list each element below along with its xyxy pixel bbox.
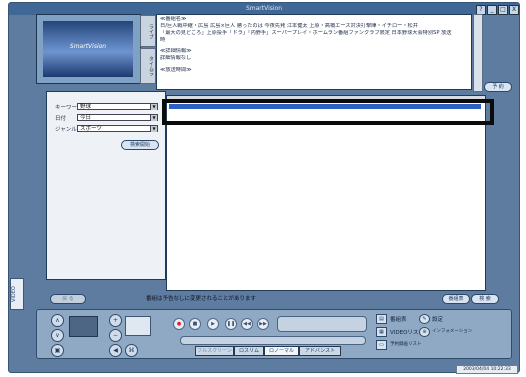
program-guide-button[interactable]: 番組表	[442, 294, 470, 304]
genre-select[interactable]: スポーツ ▼	[77, 125, 158, 132]
chevron-down-icon[interactable]: ▼	[150, 104, 157, 110]
info-section-program-name: ≪番組名≫	[160, 16, 187, 22]
info-scrollbar[interactable]	[473, 14, 483, 92]
menu-settings[interactable]: 設定	[432, 315, 443, 323]
info-section-airtime: ≪放送時間≫	[160, 67, 192, 73]
volume-up-icon[interactable]: +	[109, 314, 122, 327]
keyword-field[interactable]: 野球 ▼	[77, 103, 158, 110]
channel-up-icon[interactable]: ∧	[51, 314, 64, 327]
menu-program-guide[interactable]: 番組表	[390, 315, 407, 323]
close-button[interactable]: X	[509, 5, 519, 15]
window-title: SmartVision	[245, 5, 283, 12]
minimize-button[interactable]: _	[487, 5, 497, 15]
audio-icon[interactable]: ⌘	[125, 344, 138, 357]
menu-reservation-list[interactable]: 予約録画リスト	[390, 341, 422, 347]
chevron-down-icon[interactable]: ▼	[150, 126, 157, 132]
tab-live[interactable]: ライブ	[140, 15, 156, 47]
mute-icon[interactable]: ◀	[109, 344, 122, 357]
channel-display	[69, 316, 98, 337]
clock-display: 2003/04/04 10:22:33	[456, 365, 518, 374]
info-line: 時	[160, 37, 166, 43]
chevron-down-icon[interactable]: ▼	[150, 115, 157, 121]
date-label: 日付	[55, 116, 67, 122]
volume-meter	[125, 316, 151, 336]
program-info-panel: ≪番組名≫ 日/巨人戦中継・広島 広島×巨人 勝ったのは 今夜先発 江本健太 上…	[156, 14, 472, 90]
preview-screen: SmartVision	[43, 21, 133, 77]
mode-normal[interactable]: ロノーマル	[264, 346, 299, 356]
search-start-button[interactable]: 検索開始	[121, 140, 159, 150]
status-message: 番組は予告なしに変更されることがあります	[146, 296, 257, 302]
tab-timeline[interactable]: タイムラ	[140, 48, 156, 84]
menu-information[interactable]: インフォメーション	[432, 328, 472, 334]
video-list-icon[interactable]: ▦	[376, 327, 387, 337]
info-detail: 詳細情報なし	[160, 55, 192, 61]
seek-bar[interactable]	[180, 336, 366, 345]
info-line: 日/巨人戦中継・広島 広島×巨人 勝ったのは 今夜先発 江本健太 上原・高橋エー…	[160, 23, 418, 29]
tab-video[interactable]: VIDEO	[10, 278, 24, 310]
highlight-box	[162, 99, 494, 125]
info-line: 「最大の見どころ」上原投手「ドラ」「内野手」スーパープレイ・ホームラン番組ファン…	[160, 30, 452, 36]
mode-advanced[interactable]: アドバンスト	[299, 346, 341, 356]
reservation-list-icon[interactable]: ▭	[376, 340, 387, 350]
mode-fullscreen[interactable]: フルスクリーン	[195, 346, 234, 356]
volume-down-icon[interactable]: −	[109, 329, 122, 342]
play-icon[interactable]: ▶	[207, 318, 219, 330]
forward-icon[interactable]: ▶▶	[257, 318, 269, 330]
rewind-icon[interactable]: ◀◀	[241, 318, 253, 330]
record-icon[interactable]: ●	[173, 318, 185, 330]
settings-icon[interactable]: ✎	[419, 314, 430, 324]
genre-value: スポーツ	[80, 126, 102, 132]
genre-label: ジャンル	[55, 127, 77, 133]
time-display	[277, 316, 367, 332]
control-panel: ∧ ∨ ▣ + − ◀ ⌘ ● ■ ▶ ❚❚ ◀◀ ▶▶ ▤ 番組表 ✎ 設定 …	[36, 309, 512, 359]
input-icon[interactable]: ▣	[51, 344, 64, 357]
program-guide-icon[interactable]: ▤	[376, 314, 387, 324]
search-button[interactable]: 検 索	[471, 294, 499, 304]
pause-icon[interactable]: ❚❚	[225, 318, 237, 330]
stop-icon[interactable]: ■	[189, 318, 201, 330]
date-value: 今日	[80, 115, 92, 121]
date-select[interactable]: 今日 ▼	[77, 114, 158, 121]
mode-slim[interactable]: ロスリム	[234, 346, 264, 356]
back-button[interactable]: 戻 る	[50, 294, 86, 304]
video-preview[interactable]: SmartVision	[36, 14, 141, 84]
search-panel: キーワード 野球 ▼ 日付 今日 ▼ ジャンル スポーツ ▼ 検索開始	[46, 91, 166, 280]
restore-button[interactable]: □	[498, 5, 508, 15]
info-icon[interactable]: ⊕	[419, 327, 430, 337]
keyword-value: 野球	[80, 104, 92, 110]
channel-down-icon[interactable]: ∨	[51, 329, 64, 342]
preview-logo: SmartVision	[69, 43, 107, 50]
info-section-details: ≪詳細情報≫	[160, 48, 192, 54]
reserve-button[interactable]: 予 約	[484, 82, 512, 92]
status-bar: 戻 る 番組は予告なしに変更されることがあります 番組表 検 索	[46, 292, 499, 304]
